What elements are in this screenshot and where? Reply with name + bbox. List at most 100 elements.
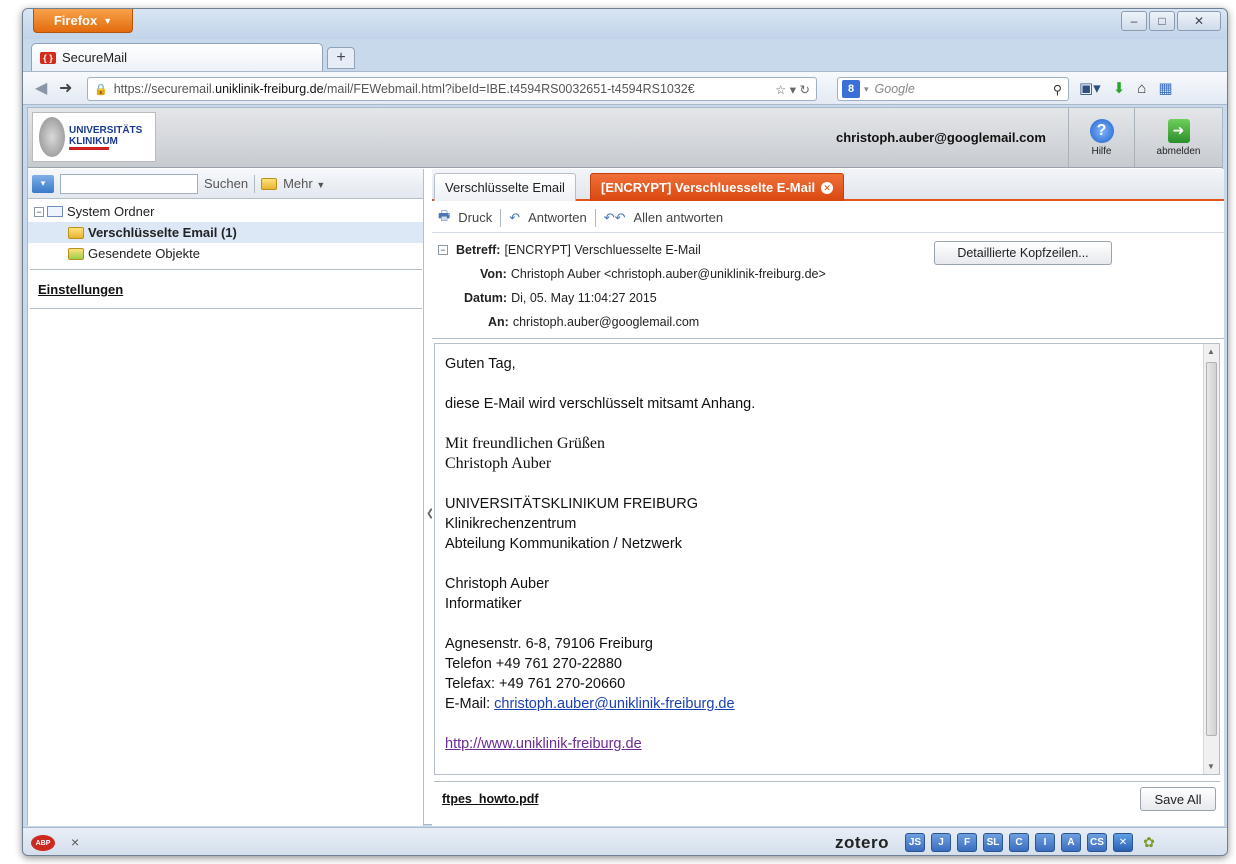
- tab-encrypted-folder[interactable]: Verschlüsselte Email: [434, 173, 576, 201]
- signature-fax: Telefax: +49 761 270-20660: [445, 676, 626, 692]
- logout-button[interactable]: ➜ abmelden: [1134, 108, 1222, 167]
- status-bar: ABP × zotero JS J F SL C I A CS ✕ ✿: [23, 827, 1227, 855]
- addon-icons: JS J F SL C I A CS ✕ ✿: [905, 833, 1159, 852]
- addon-f-icon[interactable]: F: [957, 833, 977, 852]
- reload-icon[interactable]: ☆ ▾ ↻: [775, 82, 810, 97]
- email-label: E-Mail:: [445, 696, 495, 712]
- body-closing: Mit freundlichen Grüßen: [445, 435, 605, 452]
- url-prefix: https://securemail.: [113, 82, 216, 96]
- search-options-icon[interactable]: ▾: [32, 174, 54, 193]
- search-button[interactable]: Suchen: [204, 176, 248, 191]
- close-tab-icon[interactable]: ✕: [821, 181, 834, 194]
- email-link[interactable]: christoph.auber@uniklinik-freiburg.de: [494, 696, 734, 712]
- date-label: Datum:: [464, 291, 508, 305]
- print-button[interactable]: Druck: [458, 210, 492, 225]
- signature-name: Christoph Auber: [445, 576, 549, 592]
- zotero-button[interactable]: zotero: [835, 833, 889, 853]
- addon-i-icon[interactable]: I: [1035, 833, 1055, 852]
- addon-a-icon[interactable]: A: [1061, 833, 1081, 852]
- forward-arrow-icon[interactable]: ➜: [59, 78, 72, 98]
- detailed-headers-button[interactable]: Detaillierte Kopfzeilen...: [934, 241, 1112, 265]
- body-greeting: Guten Tag,: [445, 356, 516, 372]
- search-input[interactable]: [60, 173, 198, 194]
- maximize-button[interactable]: □: [1149, 11, 1175, 31]
- lock-icon: 🔒: [94, 83, 108, 96]
- close-statusbar-icon[interactable]: ×: [71, 834, 79, 850]
- subject-row: − Betreff: [ENCRYPT] Verschluesselte E-M…: [438, 243, 701, 257]
- uniklinik-logo: UNIVERSITÄTS KLINIKUM: [32, 112, 156, 162]
- folder-icon: [68, 226, 84, 239]
- action-divider: [500, 208, 502, 227]
- addon-c-icon[interactable]: C: [1009, 833, 1029, 852]
- help-label: Hilfe: [1091, 145, 1112, 157]
- website-link[interactable]: http://www.uniklinik-freiburg.de: [445, 736, 642, 752]
- signature-email: E-Mail: christoph.auber@uniklinik-freibu…: [445, 694, 1185, 714]
- adblock-icon[interactable]: ABP: [31, 835, 55, 851]
- addon-xmarks-icon[interactable]: ✕: [1113, 833, 1133, 852]
- close-window-button[interactable]: ✕: [1177, 11, 1221, 31]
- addon-js-icon[interactable]: JS: [905, 833, 925, 852]
- logo-line-1: UNIVERSITÄTS: [69, 124, 143, 136]
- from-row: Von: Christoph Auber <christoph.auber@un…: [480, 267, 826, 281]
- home-icon[interactable]: ⌂: [1137, 80, 1146, 97]
- addon-sl-icon[interactable]: SL: [983, 833, 1003, 852]
- folder-toolbar: ▾ Suchen Mehr ▼: [28, 169, 423, 199]
- url-path: /mail/FEWebmail.html?ibeId=IBE.t4594RS00…: [323, 82, 695, 96]
- scroll-thumb[interactable]: [1206, 362, 1217, 736]
- date-value: Di, 05. May 11:04:27 2015: [511, 291, 657, 305]
- collapse-headers-icon[interactable]: −: [438, 245, 448, 255]
- help-button[interactable]: ? Hilfe: [1068, 108, 1134, 167]
- page-content: UNIVERSITÄTS KLINIKUM christoph.auber@go…: [27, 107, 1224, 826]
- folder-sent[interactable]: Gesendete Objekte: [28, 243, 423, 264]
- new-tab-button[interactable]: +: [327, 47, 355, 69]
- url-bar[interactable]: 🔒 https://securemail. uniklinik-freiburg.…: [87, 77, 817, 101]
- settings-link[interactable]: Einstellungen: [38, 282, 123, 297]
- scroll-up-icon[interactable]: ▲: [1207, 347, 1215, 356]
- search-icon[interactable]: ⚲: [1053, 82, 1062, 97]
- more-button[interactable]: Mehr ▼: [283, 176, 325, 191]
- minimize-button[interactable]: –: [1121, 11, 1147, 31]
- message-headers: − Betreff: [ENCRYPT] Verschluesselte E-M…: [432, 235, 1224, 339]
- back-arrow-icon[interactable]: ◀: [35, 78, 47, 98]
- folder-encrypted[interactable]: Verschlüsselte Email (1): [28, 222, 423, 243]
- subject-value: [ENCRYPT] Verschluesselte E-Mail: [504, 243, 701, 257]
- to-value: christoph.auber@googlemail.com: [512, 315, 700, 329]
- save-all-button[interactable]: Save All: [1140, 787, 1216, 811]
- browser-tab-securemail[interactable]: { } SecureMail: [31, 43, 323, 71]
- message-body-text: Guten Tag, diese E-Mail wird verschlüsse…: [445, 354, 1185, 754]
- search-engine-dropdown-icon[interactable]: ▾: [864, 84, 869, 95]
- bookmarks-icon[interactable]: ▣▾: [1079, 79, 1101, 97]
- reply-button[interactable]: Antworten: [528, 210, 587, 225]
- signature-phone: Telefon +49 761 270-22880: [445, 656, 622, 672]
- addon-j-icon[interactable]: J: [931, 833, 951, 852]
- tree-root-system[interactable]: − System Ordner: [28, 201, 423, 222]
- browser-tab-strip: { } SecureMail +: [23, 43, 1227, 71]
- app-header: UNIVERSITÄTS KLINIKUM christoph.auber@go…: [28, 108, 1222, 168]
- addon-cs-icon[interactable]: CS: [1087, 833, 1107, 852]
- panel-splitter[interactable]: ❮: [426, 508, 434, 519]
- addon-leaf-icon[interactable]: ✿: [1139, 833, 1159, 852]
- settings-section: Einstellungen: [30, 269, 422, 309]
- folder-label: Gesendete Objekte: [88, 246, 201, 261]
- window-controls: – □ ✕: [1121, 11, 1221, 31]
- download-icon[interactable]: ⬇: [1113, 79, 1126, 97]
- scroll-down-icon[interactable]: ▼: [1207, 762, 1215, 771]
- sent-folder-icon: [68, 247, 84, 260]
- chevron-down-icon: ▼: [103, 15, 113, 26]
- message-scrollbar[interactable]: ▲ ▼: [1203, 344, 1219, 774]
- date-row: Datum: Di, 05. May 11:04:27 2015: [464, 291, 657, 305]
- signature-division: Abteilung Kommunikation / Netzwerk: [445, 536, 682, 552]
- message-tabs: Verschlüsselte Email [ENCRYPT] Verschlue…: [432, 169, 1224, 201]
- action-divider: [594, 208, 596, 227]
- folder-panel: ▾ Suchen Mehr ▼ − System Ordner Verschlü…: [28, 169, 424, 826]
- collapse-icon[interactable]: −: [34, 206, 44, 217]
- tab-encrypt-message[interactable]: [ENCRYPT] Verschluesselte E-Mail ✕: [590, 173, 845, 201]
- web-search-bar[interactable]: 8 ▾ Google ⚲: [837, 77, 1069, 101]
- logo-bar: [69, 146, 109, 150]
- firefox-menu-button[interactable]: Firefox ▼: [33, 9, 133, 33]
- attachment-link[interactable]: ftpes_howto.pdf: [442, 792, 539, 806]
- reply-all-button[interactable]: Allen antworten: [633, 210, 723, 225]
- signature-dept: Klinikrechenzentrum: [445, 516, 577, 532]
- message-body: Guten Tag, diese E-Mail wird verschlüsse…: [434, 343, 1220, 775]
- extension-icon[interactable]: ▦: [1158, 79, 1172, 97]
